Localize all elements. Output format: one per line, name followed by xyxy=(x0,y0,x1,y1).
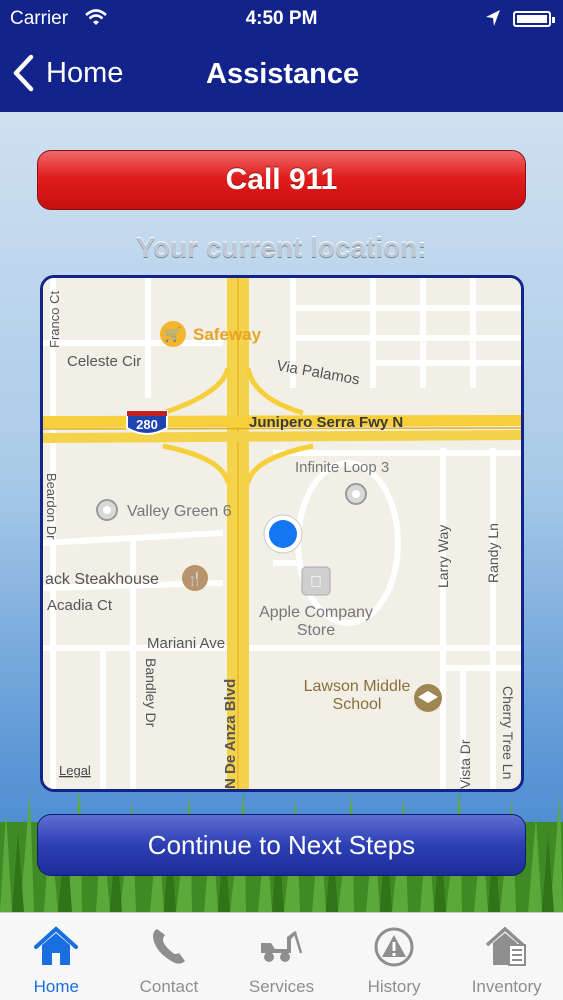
header: Carrier 4:50 PM Home Assistance xyxy=(0,0,563,112)
location-map[interactable]: 280 Junipero Serra Fwy N 🛒 Safeway Celes… xyxy=(40,275,524,792)
tab-contact[interactable]: Contact xyxy=(113,913,226,1000)
back-button[interactable]: Home xyxy=(12,54,123,92)
tab-history-label: History xyxy=(367,977,421,996)
chevron-left-icon xyxy=(13,54,34,92)
home-icon xyxy=(34,926,79,965)
map-label-safeway: Safeway xyxy=(193,325,262,344)
tab-home-label: Home xyxy=(33,977,79,996)
map-label-infinite-loop: Infinite Loop 3 xyxy=(295,459,389,476)
tab-inventory[interactable]: Inventory xyxy=(450,913,563,1000)
map-label-celeste: Celeste Cir xyxy=(67,353,141,370)
map-label-lawson-2: School xyxy=(333,696,382,713)
current-location-dot xyxy=(269,520,297,548)
svg-text:🛒: 🛒 xyxy=(164,326,181,343)
location-arrow-icon xyxy=(485,9,501,33)
status-time: 4:50 PM xyxy=(245,8,318,29)
page-title: Assistance xyxy=(206,58,360,90)
tab-services[interactable]: Services xyxy=(225,913,338,1000)
tab-history[interactable]: History xyxy=(338,913,451,1000)
map-label-apple-store-1: Apple Company xyxy=(259,604,373,621)
tab-inventory-label: Inventory xyxy=(471,977,542,996)
continue-next-steps-button[interactable]: Continue to Next Steps xyxy=(37,814,526,876)
call-911-button[interactable]: Call 911 xyxy=(37,150,526,210)
battery-icon xyxy=(513,11,555,27)
map-label-beardon: Beardon Dr xyxy=(44,473,59,540)
map-label-steakhouse: ack Steakhouse xyxy=(45,571,159,588)
svg-text::  xyxy=(310,574,322,591)
map-label-randy: Randy Ln xyxy=(485,523,501,583)
map-legal-link: Legal xyxy=(59,763,91,778)
map-label-valley-green: Valley Green 6 xyxy=(127,503,232,520)
map-label-apple-store-2: Store xyxy=(297,622,335,639)
current-location-label: Your current location: xyxy=(136,232,427,263)
status-bar: Carrier 4:50 PM xyxy=(0,0,563,38)
map-label-cherry: Cherry Tree Ln xyxy=(500,686,516,779)
map-label-larry: Larry Way xyxy=(435,525,451,588)
map-label-freeway: Junipero Serra Fwy N xyxy=(249,414,403,431)
phone-icon xyxy=(152,929,185,964)
map-label-vista: Vista Dr xyxy=(457,739,473,789)
svg-text:🍴: 🍴 xyxy=(187,571,203,587)
map-label-franco: Franco Ct xyxy=(47,291,62,348)
map-label-bandley: Bandley Dr xyxy=(143,658,159,728)
content-area: Call 911 Your current location: 280 Juni… xyxy=(0,112,563,912)
back-button-label: Home xyxy=(46,56,124,89)
house-inventory-icon xyxy=(485,926,526,966)
warning-history-icon xyxy=(374,927,414,967)
map-label-mariani: Mariani Ave xyxy=(147,635,225,652)
tow-truck-icon xyxy=(261,931,303,962)
map-label-lawson-1: Lawson Middle xyxy=(304,678,411,695)
tab-bar: Home Contact Services History Inventory xyxy=(0,912,563,1000)
tab-home[interactable]: Home xyxy=(0,913,113,1000)
map-label-acadia: Acadia Ct xyxy=(47,597,113,614)
map-label-de-anza: N De Anza Blvd xyxy=(222,679,239,789)
tab-services-label: Services xyxy=(248,977,315,996)
navigation-bar: Home Assistance xyxy=(0,38,563,112)
map-label-shield: 280 xyxy=(136,417,158,432)
tab-contact-label: Contact xyxy=(139,977,199,996)
